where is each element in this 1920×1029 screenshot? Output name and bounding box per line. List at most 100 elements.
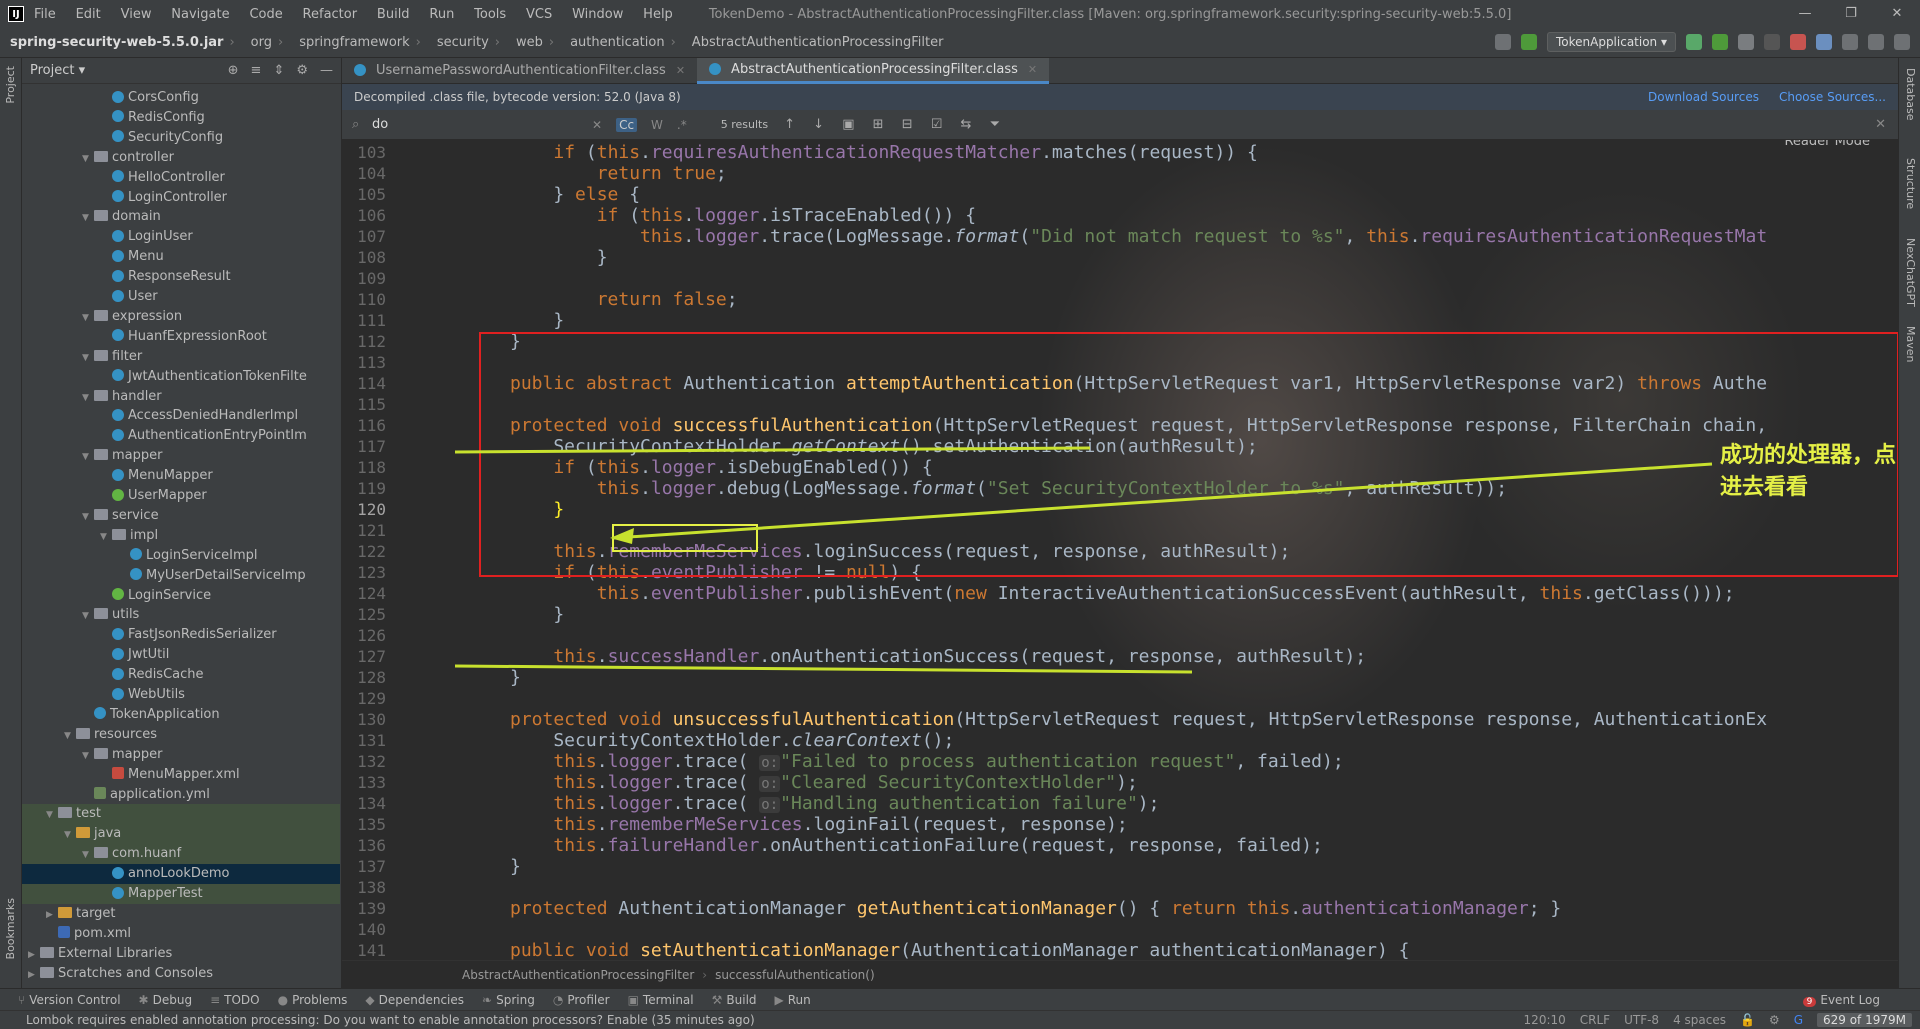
project-tree-item[interactable]: ▶ Scratches and Consoles <box>22 964 340 984</box>
project-tree-item[interactable]: CorsConfig <box>22 88 340 108</box>
tool-build[interactable]: ⚒ Build <box>712 993 757 1007</box>
line-number[interactable]: 134 <box>342 793 386 814</box>
event-log-button[interactable]: 9 Event Log <box>1802 993 1880 1007</box>
whole-words-toggle[interactable]: W <box>651 118 663 132</box>
project-tree-item[interactable]: ▼ java <box>22 824 340 845</box>
project-tree-item[interactable]: ▼ domain <box>22 207 340 227</box>
line-number[interactable]: 128 <box>342 667 386 688</box>
tool-debug[interactable]: ✱ Debug <box>139 993 193 1007</box>
tool-terminal[interactable]: ▣ Terminal <box>628 993 694 1007</box>
line-number[interactable]: 139 <box>342 898 386 919</box>
previous-occurrence-icon[interactable]: ↑ <box>784 117 795 132</box>
menu-run[interactable]: Run <box>429 7 454 22</box>
tool-profiler[interactable]: ◔ Profiler <box>553 993 610 1007</box>
line-number[interactable]: 120 <box>342 499 386 520</box>
line-number[interactable]: 106 <box>342 205 386 226</box>
line-number[interactable]: 123 <box>342 562 386 583</box>
line-number[interactable]: 130 <box>342 709 386 730</box>
stop-icon[interactable] <box>1790 34 1806 50</box>
select-all-occurrences-icon[interactable]: ▣ <box>842 117 854 132</box>
line-number[interactable]: 126 <box>342 625 386 646</box>
minimize-button[interactable]: — <box>1782 0 1828 28</box>
tab-username-password-filter[interactable]: UsernamePasswordAuthenticationFilter.cla… <box>342 58 697 84</box>
line-number[interactable]: 116 <box>342 415 386 436</box>
chevron-right-icon[interactable]: ▶ <box>46 905 58 924</box>
project-tree-item[interactable]: AuthenticationEntryPointIm <box>22 426 340 446</box>
line-number[interactable]: 111 <box>342 310 386 331</box>
database-tool-tab[interactable]: Database <box>1904 68 1917 121</box>
line-number[interactable]: 113 <box>342 352 386 373</box>
remove-occurrence-icon[interactable]: ⊟ <box>902 117 913 132</box>
run-configuration-select[interactable]: TokenApplication ▾ <box>1546 32 1676 52</box>
tab-abstract-authentication-filter[interactable]: AbstractAuthenticationProcessingFilter.c… <box>697 58 1050 84</box>
download-sources-link[interactable]: Download Sources <box>1648 90 1759 104</box>
chevron-down-icon[interactable]: ▼ <box>82 208 94 227</box>
line-number[interactable]: 131 <box>342 730 386 751</box>
translate-icon[interactable] <box>1816 34 1832 50</box>
project-tree-item[interactable]: Menu <box>22 247 340 267</box>
nav-crumb-jar[interactable]: spring-security-web-5.5.0.jar <box>10 35 223 50</box>
menu-file[interactable]: File <box>34 7 56 22</box>
lock-icon[interactable]: 🔓 <box>1740 1013 1755 1027</box>
line-number[interactable]: 110 <box>342 289 386 310</box>
coverage-icon[interactable] <box>1738 34 1754 50</box>
line-number[interactable]: 125 <box>342 604 386 625</box>
close-window-button[interactable]: ✕ <box>1874 0 1920 28</box>
project-tree-item[interactable]: JwtAuthenticationTokenFilte <box>22 367 340 387</box>
menu-edit[interactable]: Edit <box>76 7 101 22</box>
maven-tool-tab[interactable]: Maven <box>1904 326 1917 362</box>
nav-crumb-springframework[interactable]: springframework <box>299 35 409 50</box>
menu-code[interactable]: Code <box>249 7 282 22</box>
line-number[interactable]: 141 <box>342 940 386 960</box>
line-number[interactable]: 124 <box>342 583 386 604</box>
nav-crumb-org[interactable]: org <box>251 35 272 50</box>
status-message[interactable]: Lombok requires enabled annotation proce… <box>26 1013 755 1027</box>
nav-crumb-web[interactable]: web <box>516 35 543 50</box>
chevron-down-icon[interactable]: ▼ <box>82 845 94 864</box>
menu-window[interactable]: Window <box>572 7 623 22</box>
project-view-select[interactable]: Project ▾ <box>30 63 85 78</box>
debug-icon[interactable] <box>1712 34 1728 50</box>
next-occurrence-icon[interactable]: ↓ <box>813 117 824 132</box>
tool-version-control[interactable]: ⑂ Version Control <box>18 993 121 1007</box>
project-tree-item[interactable]: LoginServiceImpl <box>22 546 340 566</box>
bookmarks-tool-tab[interactable]: Bookmarks <box>4 898 17 959</box>
project-tree-item[interactable]: ▼ expression <box>22 307 340 327</box>
clear-search-icon[interactable]: ✕ <box>592 118 602 132</box>
hide-icon[interactable]: — <box>320 63 333 78</box>
tool-spring[interactable]: ❧ Spring <box>482 993 535 1007</box>
tool-problems[interactable]: ● Problems <box>278 993 348 1007</box>
chevron-down-icon[interactable]: ▼ <box>82 149 94 168</box>
project-tree-item[interactable]: ▼ utils <box>22 605 340 625</box>
project-tree-item[interactable]: ▶ External Libraries <box>22 944 340 964</box>
project-tree-item[interactable]: RedisConfig <box>22 108 340 128</box>
line-number[interactable]: 119 <box>342 478 386 499</box>
chevron-down-icon[interactable]: ▼ <box>64 726 76 745</box>
reader-mode-button[interactable]: Reader Mode <box>1784 140 1870 149</box>
maximize-button[interactable]: ❐ <box>1828 0 1874 28</box>
menu-tools[interactable]: Tools <box>474 7 506 22</box>
project-tree-item[interactable]: MyUserDetailServiceImp <box>22 566 340 586</box>
project-tree-item[interactable]: ▼ com.huanf <box>22 844 340 865</box>
project-tree-item[interactable]: MenuMapper <box>22 466 340 486</box>
line-number[interactable]: 132 <box>342 751 386 772</box>
collapse-all-icon[interactable]: ≡ <box>251 63 262 78</box>
project-tree-item[interactable]: ResponseResult <box>22 267 340 287</box>
line-number[interactable]: 105 <box>342 184 386 205</box>
project-tree-item[interactable]: JwtUtil <box>22 645 340 665</box>
search-input[interactable]: do <box>372 117 592 132</box>
project-tree-item[interactable]: ▶ target <box>22 904 340 924</box>
user-icon[interactable] <box>1494 34 1511 50</box>
add-occurrence-icon[interactable]: ⊞ <box>873 117 884 132</box>
tool-run[interactable]: ▶ Run <box>775 993 811 1007</box>
project-tree-item[interactable]: ▼ test <box>22 804 340 825</box>
project-tool-tab[interactable]: Project <box>4 66 17 104</box>
line-separator[interactable]: CRLF <box>1580 1013 1610 1027</box>
tool-dependencies[interactable]: ◆ Dependencies <box>365 993 464 1007</box>
chevron-down-icon[interactable]: ▼ <box>82 308 94 327</box>
menu-refactor[interactable]: Refactor <box>303 7 358 22</box>
nav-crumb-authentication[interactable]: authentication <box>570 35 665 50</box>
settings-gear-icon[interactable] <box>1868 34 1884 50</box>
project-tree-item[interactable]: LoginController <box>22 188 340 208</box>
close-find-icon[interactable]: ✕ <box>1875 117 1886 132</box>
